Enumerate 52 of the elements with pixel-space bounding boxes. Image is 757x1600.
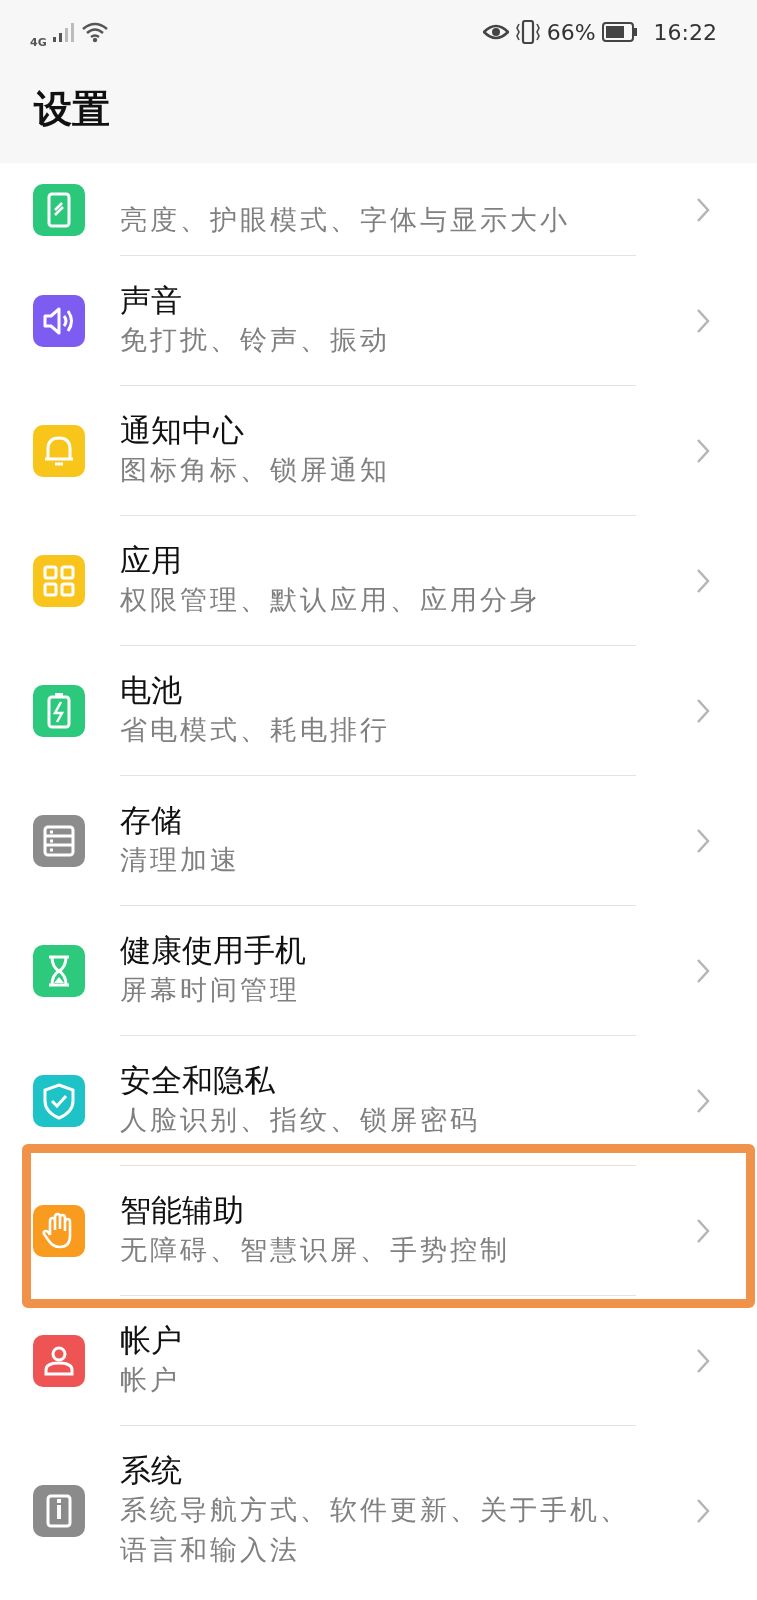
chevron-icon bbox=[696, 308, 710, 334]
chevron-icon bbox=[696, 438, 710, 464]
battery-percent: 66% bbox=[546, 19, 596, 45]
settings-item[interactable]: 存储 清理加速 bbox=[0, 776, 757, 906]
settings-item[interactable]: 声音 免打扰、铃声、振动 bbox=[0, 256, 757, 386]
item-subtitle: 权限管理、默认应用、应用分身 bbox=[120, 583, 541, 617]
item-subtitle: 图标角标、锁屏通知 bbox=[120, 453, 391, 487]
settings-item[interactable]: 电池 省电模式、耗电排行 bbox=[0, 646, 757, 776]
item-title: 帐户 bbox=[120, 1321, 183, 1360]
battery-icon bbox=[601, 22, 638, 42]
settings-item[interactable]: 应用 权限管理、默认应用、应用分身 bbox=[0, 516, 757, 646]
item-title: 应用 bbox=[120, 541, 183, 580]
signal-icon bbox=[52, 22, 75, 42]
item-title: 安全和隐私 bbox=[120, 1061, 276, 1100]
item-subtitle: 免打扰、铃声、振动 bbox=[120, 323, 391, 357]
item-title: 系统 bbox=[120, 1451, 183, 1490]
settings-item[interactable]: 通知中心 图标角标、锁屏通知 bbox=[0, 386, 757, 516]
settings-item[interactable]: 安全和隐私 人脸识别、指纹、锁屏密码 bbox=[0, 1036, 757, 1166]
item-subtitle: 亮度、护眼模式、字体与显示大小 bbox=[120, 203, 571, 237]
wifi-icon bbox=[80, 21, 109, 43]
chevron-icon bbox=[696, 958, 710, 984]
settings-item[interactable]: 智能辅助 无障碍、智慧识屏、手势控制 bbox=[0, 1166, 746, 1296]
chevron-icon bbox=[696, 1088, 710, 1114]
item-title: 健康使用手机 bbox=[120, 931, 307, 970]
eye-icon bbox=[482, 23, 509, 41]
clock-time: 16:22 bbox=[653, 19, 717, 45]
settings-item[interactable]: 系统 系统导航方式、软件更新、关于手机、语言和输入法 bbox=[0, 1426, 757, 1595]
chevron-icon bbox=[696, 828, 710, 854]
network-type: 4G bbox=[30, 35, 47, 49]
item-subtitle: 省电模式、耗电排行 bbox=[120, 713, 391, 747]
chevron-icon bbox=[696, 1348, 710, 1374]
item-title: 智能辅助 bbox=[120, 1191, 245, 1230]
settings-item[interactable]: 亮度、护眼模式、字体与显示大小 bbox=[0, 163, 757, 256]
settings-item[interactable]: 帐户 帐户 bbox=[0, 1296, 757, 1426]
chevron-icon bbox=[696, 1497, 710, 1524]
vibrate-icon bbox=[514, 20, 541, 44]
item-subtitle: 帐户 bbox=[120, 1363, 181, 1397]
item-title: 声音 bbox=[120, 281, 183, 320]
page-title: 设置 bbox=[32, 86, 111, 133]
item-subtitle: 无障碍、智慧识屏、手势控制 bbox=[120, 1233, 511, 1267]
item-title: 存储 bbox=[120, 801, 183, 840]
item-subtitle: 屏幕时间管理 bbox=[120, 973, 301, 1007]
chevron-icon bbox=[696, 698, 710, 724]
item-subtitle: 清理加速 bbox=[120, 843, 241, 877]
item-subtitle: 人脸识别、指纹、锁屏密码 bbox=[120, 1103, 481, 1137]
settings-item[interactable]: 健康使用手机 屏幕时间管理 bbox=[0, 906, 757, 1036]
chevron-icon bbox=[696, 1218, 710, 1244]
item-title: 电池 bbox=[120, 671, 183, 710]
chevron-icon bbox=[696, 196, 710, 223]
chevron-icon bbox=[696, 568, 710, 594]
item-subtitle: 系统导航方式、软件更新、关于手机、语言和输入法 bbox=[120, 1493, 631, 1567]
item-title: 通知中心 bbox=[120, 411, 245, 450]
